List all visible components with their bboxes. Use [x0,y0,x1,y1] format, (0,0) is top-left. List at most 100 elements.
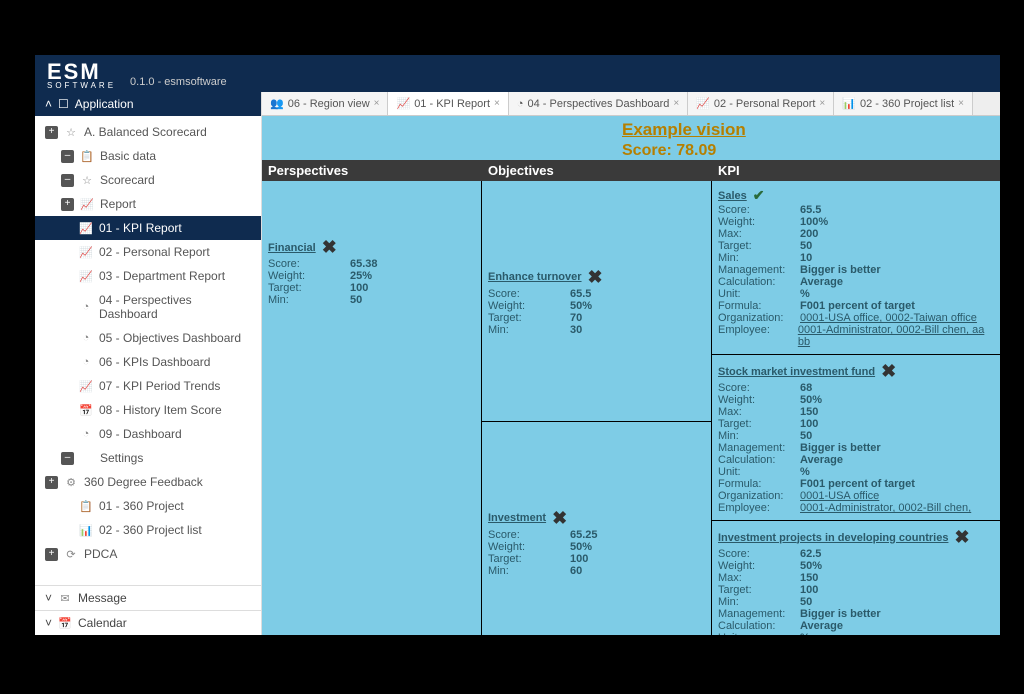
x-icon: ✖ [881,361,896,382]
objective-cell: Enhance turnover ✖ Score:65.5 Weight:50%… [482,181,711,422]
item-icon: 📈 [79,221,93,235]
expand-icon[interactable]: + [45,476,58,489]
kpi-link[interactable]: Stock market investment fund [718,366,875,378]
sidebar-item[interactable]: –☆ Scorecard [35,168,261,192]
expand-icon[interactable]: – [61,150,74,163]
chevron-up-icon: ˄ [45,97,52,111]
sidebar-item[interactable]: + 📈 Report [35,192,261,216]
sidebar-item[interactable]: ◔06 - KPIs Dashboard [35,350,261,374]
message-icon: ✉ [58,591,72,605]
close-icon[interactable]: × [673,98,679,109]
item-icon: 📈 [80,197,94,211]
sidebar-item[interactable]: –Settings [35,446,261,470]
close-icon[interactable]: × [819,98,825,109]
x-icon: ✖ [588,267,603,288]
tab-icon: 📊 [842,97,856,110]
expand-icon[interactable]: + [45,126,58,139]
item-icon: 📈 [79,269,93,283]
tab[interactable]: 📈02 - Personal Report× [688,92,834,115]
link[interactable]: 0001-USA office [800,490,879,502]
report-score: Score: 78.09 [622,142,1000,160]
link[interactable]: 0001-Administrator, 0002-Bill chen, aa b… [798,324,985,348]
check-icon: ✔ [753,187,765,204]
tab[interactable]: 👥06 - Region view× [262,92,388,115]
sidebar-message-label: Message [78,591,127,605]
sidebar-item[interactable]: 📈 03 - Department Report [35,264,261,288]
tab-label: 02 - 360 Project list [860,98,954,110]
x-icon: ✖ [954,527,969,548]
topbar: ESM SOFTWARE 0.1.0 - esmsoftware [35,55,1000,92]
tab[interactable]: 📊 02 - 360 Project list × [834,92,973,115]
sidebar-item[interactable]: ◔04 - Perspectives Dashboard [35,288,261,326]
item-icon: ◔ [79,300,93,314]
item-icon: 📈 [79,379,93,393]
objectives-column: Enhance turnover ✖ Score:65.5 Weight:50%… [482,181,712,635]
sidebar-tree[interactable]: +☆A. Balanced Scorecard–📋Basic data–☆Sco… [35,116,261,585]
expand-icon[interactable]: + [45,548,58,561]
report-title-link[interactable]: Example vision [622,120,746,139]
sidebar-header[interactable]: ˄ ☐ Application [35,92,261,116]
sidebar-item[interactable]: +⟳PDCA [35,542,261,566]
sidebar-item-label: 09 - Dashboard [99,427,182,441]
version-label: 0.1.0 - esmsoftware [130,76,227,88]
sidebar-item[interactable]: –📋Basic data [35,144,261,168]
tab-icon: 📈 [696,97,710,110]
item-icon: ◔ [79,427,93,441]
item-icon: ☆ [80,173,94,187]
kpi-cell: Investment projects in developing countr… [712,521,1000,635]
expand-icon[interactable]: – [61,452,74,465]
sidebar-item-label: 02 - Personal Report [99,245,210,259]
close-icon[interactable]: × [958,98,964,109]
calendar-icon: 📅 [58,616,72,630]
sidebar-message[interactable]: ˅ ✉ Message [35,585,261,610]
item-icon: ⚙ [64,475,78,489]
sidebar-calendar[interactable]: ˅ 📅 Calendar [35,610,261,635]
sidebar-item[interactable]: 📅08 - History Item Score [35,398,261,422]
header-objectives: Objectives [482,160,712,181]
item-icon: 📈 [79,245,93,259]
tab[interactable]: ◔04 - Perspectives Dashboard× [509,92,688,115]
link[interactable]: 0001-Administrator, 0002-Bill chen, [800,502,971,514]
sidebar-item[interactable]: ◔ 09 - Dashboard [35,422,261,446]
perspective-cell: Financial ✖ Score:65.38 Weight:25% Targe… [262,181,482,635]
close-icon[interactable]: × [374,98,380,109]
item-icon: 📊 [79,523,93,537]
sidebar-item[interactable]: 📈07 - KPI Period Trends [35,374,261,398]
sidebar: ˄ ☐ Application +☆A. Balanced Scorecard–… [35,92,262,635]
item-icon: ☆ [64,125,78,139]
sidebar-item-label: 02 - 360 Project list [99,523,202,537]
perspective-link[interactable]: Financial [268,242,316,254]
close-icon[interactable]: × [494,98,500,109]
kpi-cell: Sales ✔Score:65.5Weight:100%Max:200Targe… [712,181,1000,355]
sidebar-item[interactable]: 📈 02 - Personal Report [35,240,261,264]
sidebar-item[interactable]: 📋01 - 360 Project [35,494,261,518]
objective-link[interactable]: Investment [488,512,546,524]
kpi-link[interactable]: Investment projects in developing countr… [718,532,948,544]
chevron-down-icon: ˅ [45,616,52,630]
tab[interactable]: 📈01 - KPI Report× [388,92,508,115]
item-icon: ◔ [79,355,93,369]
sidebar-item-label: Report [100,197,136,211]
sidebar-item-label: 01 - 360 Project [99,499,184,513]
sidebar-item[interactable]: ◔ 05 - Objectives Dashboard [35,326,261,350]
sidebar-item-label: 05 - Objectives Dashboard [99,331,241,345]
x-icon: ✖ [552,508,567,529]
sidebar-item-label: 03 - Department Report [99,269,225,283]
sidebar-item[interactable]: 📊 02 - 360 Project list [35,518,261,542]
item-icon: ◔ [79,331,93,345]
sidebar-header-label: Application [75,97,134,111]
sidebar-item[interactable]: 📈01 - KPI Report [35,216,261,240]
objective-link[interactable]: Enhance turnover [488,271,582,283]
sidebar-item[interactable]: +⚙360 Degree Feedback [35,470,261,494]
link[interactable]: 0001-USA office, 0002-Taiwan office [800,312,977,324]
kpi-link[interactable]: Sales [718,190,747,202]
report-content[interactable]: Example vision Score: 78.09 Perspectives… [262,116,1000,635]
header-perspectives: Perspectives [262,160,482,181]
kpi-column: Sales ✔Score:65.5Weight:100%Max:200Targe… [712,181,1000,635]
app-icon: ☐ [58,97,69,111]
sidebar-item-label: Scorecard [100,173,155,187]
expand-icon[interactable]: + [61,198,74,211]
sidebar-item[interactable]: +☆A. Balanced Scorecard [35,120,261,144]
expand-icon[interactable]: – [61,174,74,187]
data-area: Financial ✖ Score:65.38 Weight:25% Targe… [262,181,1000,635]
